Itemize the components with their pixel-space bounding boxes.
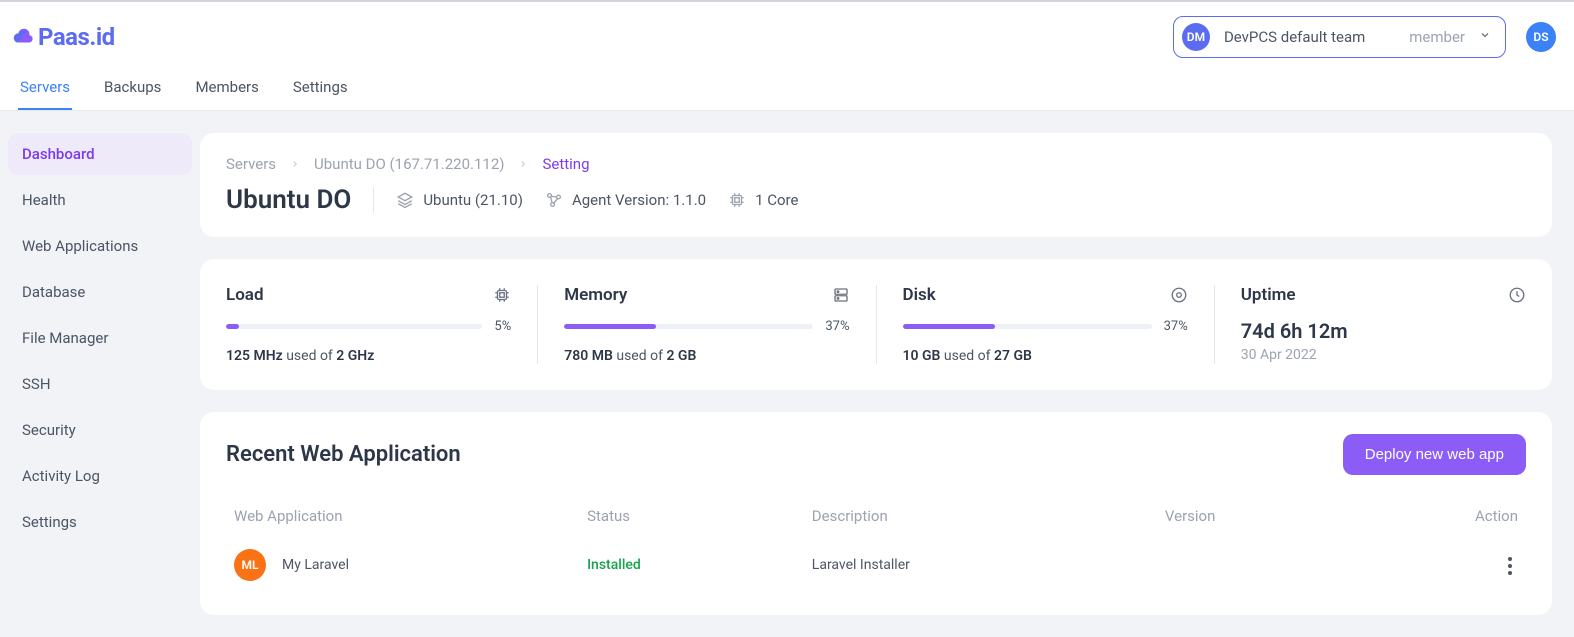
- sidebar-item-dashboard[interactable]: Dashboard: [8, 133, 192, 175]
- server-icon: [832, 286, 850, 304]
- recent-apps-card: Recent Web Application Deploy new web ap…: [200, 412, 1552, 615]
- agent-label: Agent Version: 1.1.0: [572, 191, 706, 209]
- team-name: DevPCS default team: [1224, 28, 1365, 46]
- server-header-card: Servers Ubuntu DO (167.71.220.112) Setti…: [200, 133, 1552, 237]
- team-selector[interactable]: DM DevPCS default team member: [1173, 16, 1506, 58]
- nodes-icon: [545, 191, 563, 209]
- sidebar-item-settings[interactable]: Settings: [8, 501, 192, 543]
- stat-load: Load 5% 125 MHz used of 2 GHz: [200, 285, 538, 364]
- sidebar-item-database[interactable]: Database: [8, 271, 192, 313]
- table-header: Web Application Status Description Versi…: [226, 495, 1526, 537]
- main-tabs: Servers Backups Members Settings: [0, 66, 1574, 111]
- app-cell[interactable]: ML My Laravel: [234, 549, 587, 581]
- stat-memory: Memory 37% 780 MB used of 2 GB: [538, 285, 876, 364]
- logo[interactable]: Paas.id: [12, 23, 115, 51]
- th-app: Web Application: [234, 507, 587, 525]
- agent-meta: Agent Version: 1.1.0: [545, 191, 706, 209]
- tab-backups[interactable]: Backups: [102, 66, 163, 110]
- header-right: DM DevPCS default team member DS: [1173, 16, 1556, 58]
- th-action: Action: [1422, 507, 1518, 525]
- breadcrumb-root[interactable]: Servers: [226, 155, 276, 173]
- sidebar-item-security[interactable]: Security: [8, 409, 192, 451]
- os-label: Ubuntu (21.10): [423, 191, 523, 209]
- stat-title: Load: [226, 285, 264, 305]
- stats-card: Load 5% 125 MHz used of 2 GHz Memory: [200, 259, 1552, 390]
- deploy-button[interactable]: Deploy new web app: [1343, 434, 1526, 475]
- chevron-right-icon: [290, 155, 300, 173]
- stat-disk: Disk 37% 10 GB used of 27 GB: [877, 285, 1215, 364]
- stat-detail: 125 MHz used of 2 GHz: [226, 348, 511, 364]
- sidebar-item-activity-log[interactable]: Activity Log: [8, 455, 192, 497]
- th-desc: Description: [812, 507, 1165, 525]
- sidebar-item-web-applications[interactable]: Web Applications: [8, 225, 192, 267]
- recent-title: Recent Web Application: [226, 442, 461, 467]
- progress-percent: 5%: [494, 319, 511, 334]
- tab-servers[interactable]: Servers: [18, 66, 72, 110]
- header: Paas.id DM DevPCS default team member DS: [0, 2, 1574, 66]
- sidebar-item-health[interactable]: Health: [8, 179, 192, 221]
- sidebar-item-ssh[interactable]: SSH: [8, 363, 192, 405]
- progress-percent: 37%: [825, 319, 849, 334]
- stat-detail: 10 GB used of 27 GB: [903, 348, 1188, 364]
- page-title: Ubuntu DO: [226, 185, 351, 215]
- progress-percent: 37%: [1164, 319, 1188, 334]
- layout: Dashboard Health Web Applications Databa…: [0, 111, 1574, 637]
- tab-members[interactable]: Members: [193, 66, 260, 110]
- uptime-value: 74d 6h 12m: [1241, 319, 1526, 343]
- layers-icon: [396, 191, 414, 209]
- stat-detail: 780 MB used of 2 GB: [564, 348, 849, 364]
- divider: [373, 187, 374, 213]
- app-name: My Laravel: [282, 557, 349, 573]
- progress-bar: [564, 324, 813, 329]
- cpu-icon: [493, 286, 511, 304]
- sidebar-item-file-manager[interactable]: File Manager: [8, 317, 192, 359]
- sidebar: Dashboard Health Web Applications Databa…: [0, 111, 200, 637]
- chevron-right-icon: [518, 155, 528, 173]
- clock-icon: [1508, 286, 1526, 304]
- breadcrumb: Servers Ubuntu DO (167.71.220.112) Setti…: [226, 155, 1526, 173]
- disc-icon: [1170, 286, 1188, 304]
- app-status: Installed: [587, 557, 812, 573]
- title-row: Ubuntu DO Ubuntu (21.10) Agent Version: …: [226, 185, 1526, 215]
- stat-uptime: Uptime 74d 6h 12m 30 Apr 2022: [1215, 285, 1552, 364]
- progress-bar: [226, 324, 482, 329]
- app-desc: Laravel Installer: [812, 557, 1165, 573]
- stat-title: Uptime: [1241, 285, 1296, 305]
- main: Servers Ubuntu DO (167.71.220.112) Setti…: [200, 111, 1574, 637]
- progress-bar: [903, 324, 1152, 329]
- user-avatar[interactable]: DS: [1526, 22, 1556, 52]
- cores-label: 1 Core: [755, 191, 798, 209]
- cloud-icon: [12, 26, 34, 48]
- uptime-date: 30 Apr 2022: [1241, 347, 1526, 363]
- th-status: Status: [587, 507, 812, 525]
- stat-title: Memory: [564, 285, 627, 305]
- chevron-down-icon: [1479, 29, 1491, 45]
- tab-settings[interactable]: Settings: [291, 66, 350, 110]
- breadcrumb-server[interactable]: Ubuntu DO (167.71.220.112): [314, 155, 504, 173]
- cores-meta: 1 Core: [728, 191, 798, 209]
- team-badge: DM: [1182, 23, 1210, 51]
- th-version: Version: [1165, 507, 1422, 525]
- brand-name: Paas.id: [38, 23, 115, 51]
- breadcrumb-current: Setting: [542, 155, 589, 173]
- stat-title: Disk: [903, 285, 936, 305]
- app-badge: ML: [234, 549, 266, 581]
- os-meta: Ubuntu (21.10): [396, 191, 523, 209]
- row-actions-menu[interactable]: [1502, 551, 1518, 581]
- team-role: member: [1409, 28, 1465, 46]
- cpu-icon: [728, 191, 746, 209]
- table-row: ML My Laravel Installed Laravel Installe…: [226, 537, 1526, 593]
